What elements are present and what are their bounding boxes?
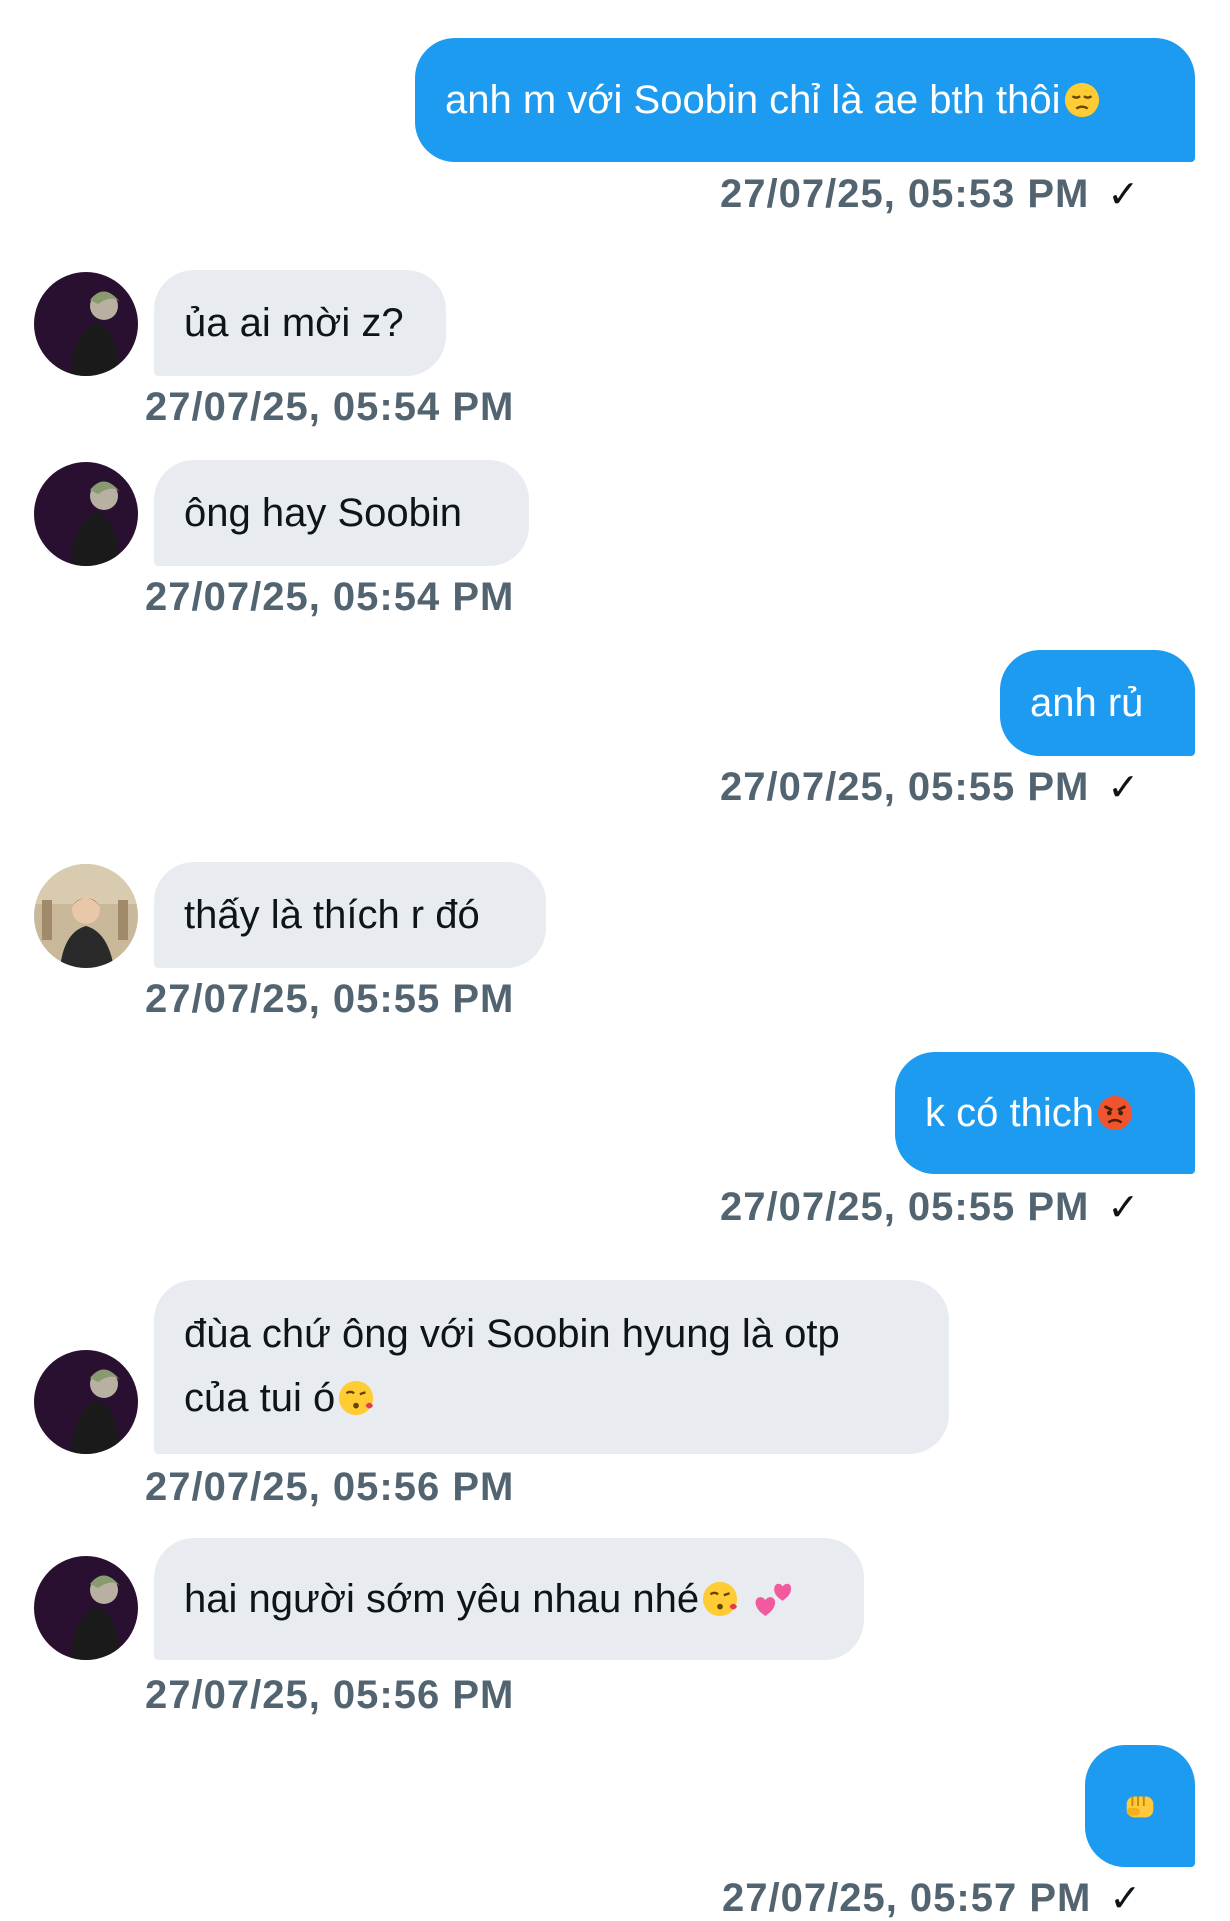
message-timestamp: 27/07/25, 05:55 PM (145, 977, 515, 1021)
read-check-icon: ✓ (1107, 174, 1141, 216)
message-text: anh rủ (1030, 681, 1144, 725)
message-timestamp: 27/07/25, 05:54 PM (145, 575, 515, 619)
oncoming-fist-emoji (1126, 1796, 1154, 1818)
message-text-line: đùa chứ ông với Soobin hyung là otp (184, 1312, 840, 1356)
avatar[interactable] (34, 272, 138, 376)
message-timestamp: 27/07/25, 05:53 PM ✓ (720, 172, 1141, 216)
avatar[interactable] (34, 864, 138, 968)
avatar[interactable] (34, 462, 138, 566)
message-text: đùa chứ ông với Soobin hyung là otp của … (184, 1302, 840, 1430)
message-bubble-incoming[interactable]: hai người sớm yêu nhau nhé (154, 1538, 864, 1660)
message-text: anh m với Soobin chỉ là ae bth thôi (445, 78, 1061, 122)
read-check-icon: ✓ (1107, 1187, 1141, 1229)
message-text: ông hay Soobin (184, 491, 463, 535)
message-text: ủa ai mời z? (184, 301, 404, 345)
message-text: k có thich (925, 1091, 1094, 1135)
avatar[interactable] (34, 1350, 138, 1454)
message-bubble-incoming[interactable]: ông hay Soobin (154, 460, 529, 566)
message-timestamp: 27/07/25, 05:56 PM (145, 1673, 515, 1717)
pensive-face-emoji (1064, 82, 1099, 118)
message-bubble-incoming[interactable]: ủa ai mời z? (154, 270, 446, 376)
message-timestamp: 27/07/25, 05:55 PM ✓ (720, 1185, 1141, 1229)
read-check-icon: ✓ (1109, 1878, 1143, 1920)
avatar[interactable] (34, 1556, 138, 1660)
message-bubble-incoming[interactable]: đùa chứ ông với Soobin hyung là otp của … (154, 1280, 949, 1454)
message-text-line: của tui ó (184, 1366, 840, 1430)
message-text: thấy là thích r đó (184, 893, 480, 937)
message-bubble-outgoing[interactable]: k có thich (895, 1052, 1195, 1174)
message-bubble-outgoing[interactable]: anh m với Soobin chỉ là ae bth thôi (415, 38, 1195, 162)
message-timestamp: 27/07/25, 05:54 PM (145, 385, 515, 429)
message-bubble-outgoing[interactable] (1085, 1745, 1195, 1867)
message-timestamp: 27/07/25, 05:57 PM ✓ (722, 1876, 1143, 1920)
angry-face-emoji (1097, 1095, 1133, 1131)
message-text: hai người sớm yêu nhau nhé (184, 1577, 700, 1621)
message-timestamp: 27/07/25, 05:56 PM (145, 1465, 515, 1509)
read-check-icon: ✓ (1107, 767, 1141, 809)
two-hearts-emoji (755, 1583, 792, 1617)
message-bubble-incoming[interactable]: thấy là thích r đó (154, 862, 546, 968)
face-blowing-kiss-emoji (703, 1581, 738, 1617)
message-timestamp: 27/07/25, 05:55 PM ✓ (720, 765, 1141, 809)
message-bubble-outgoing[interactable]: anh rủ (1000, 650, 1195, 756)
face-blowing-kiss-emoji (339, 1380, 374, 1416)
